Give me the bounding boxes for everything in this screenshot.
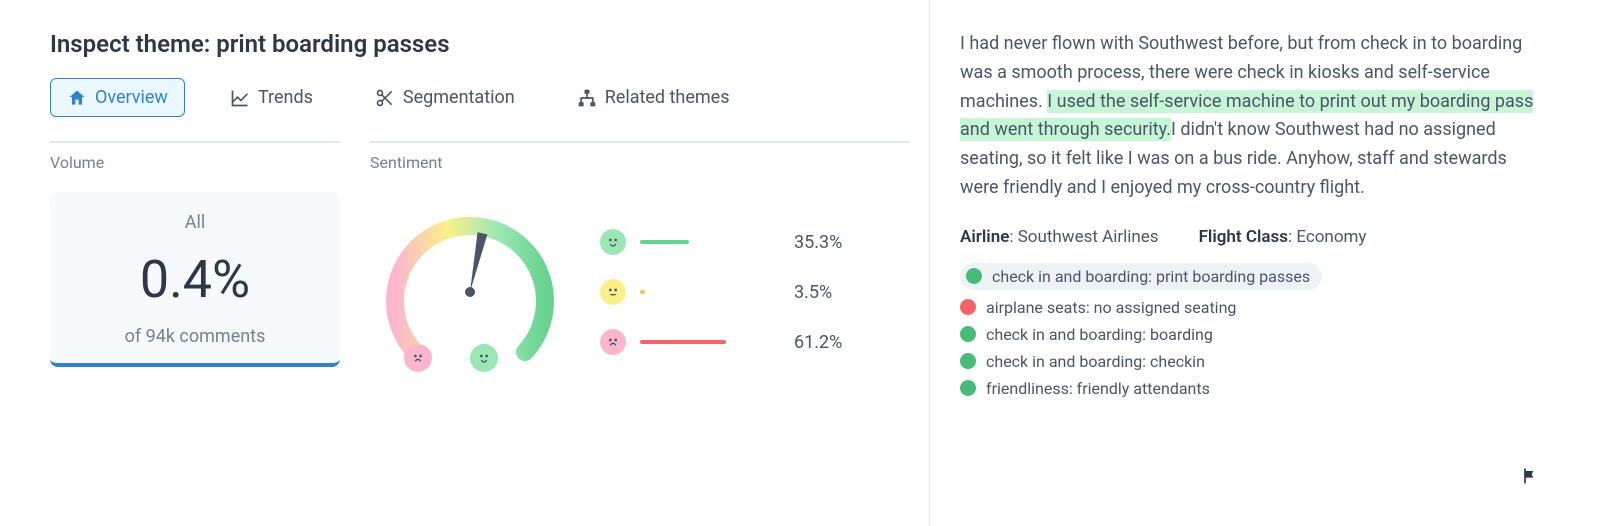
tabs: Overview Trends Segmentation Related the… bbox=[50, 78, 909, 117]
volume-section: Volume All 0.4% of 94k comments bbox=[50, 141, 340, 392]
sentiment-dot-icon bbox=[960, 380, 976, 396]
theme-tag[interactable]: check in and boarding: print boarding pa… bbox=[960, 263, 1322, 290]
tab-segmentation[interactable]: Segmentation bbox=[358, 78, 532, 117]
sentiment-gauge bbox=[370, 192, 570, 392]
legend-neutral: 3.5% bbox=[600, 279, 909, 305]
volume-value: 0.4% bbox=[60, 249, 330, 310]
tag-label: check in and boarding: print boarding pa… bbox=[992, 267, 1310, 286]
airline-label: Airline bbox=[960, 227, 1009, 247]
sad-face-icon bbox=[600, 329, 626, 355]
neutral-value: 3.5% bbox=[794, 282, 832, 303]
theme-tag[interactable]: check in and boarding: checkin bbox=[960, 352, 1540, 371]
happy-face-icon bbox=[600, 229, 626, 255]
negative-value: 61.2% bbox=[794, 332, 842, 353]
gauge-sad-icon bbox=[404, 344, 432, 372]
page-title: Inspect theme: print boarding passes bbox=[50, 30, 909, 58]
legend-negative: 61.2% bbox=[600, 329, 909, 355]
sitemap-icon bbox=[577, 88, 597, 108]
theme-tags: check in and boarding: print boarding pa… bbox=[960, 263, 1540, 398]
comment-meta: Airline: Southwest Airlines Flight Class… bbox=[960, 227, 1540, 247]
tab-label: Related themes bbox=[605, 87, 730, 108]
theme-tag[interactable]: airplane seats: no assigned seating bbox=[960, 298, 1540, 317]
chart-icon bbox=[230, 88, 250, 108]
volume-card[interactable]: All 0.4% of 94k comments bbox=[50, 192, 340, 367]
positive-value: 35.3% bbox=[794, 232, 842, 253]
tab-related-themes[interactable]: Related themes bbox=[560, 78, 747, 117]
theme-tag[interactable]: check in and boarding: boarding bbox=[960, 325, 1540, 344]
sentiment-section: Sentiment bbox=[370, 141, 909, 392]
theme-tag[interactable]: friendliness: friendly attendants bbox=[960, 379, 1540, 398]
neutral-face-icon bbox=[600, 279, 626, 305]
sentiment-dot-icon bbox=[960, 326, 976, 342]
sentiment-dot-icon bbox=[960, 299, 976, 315]
flag-icon[interactable] bbox=[1520, 466, 1540, 486]
tag-label: airplane seats: no assigned seating bbox=[986, 298, 1236, 317]
sentiment-legend: 35.3% 3.5% 61.2% bbox=[590, 229, 909, 355]
airline-value: Southwest Airlines bbox=[1018, 227, 1159, 247]
volume-header: Volume bbox=[50, 141, 340, 178]
comment-text: I had never flown with Southwest before,… bbox=[960, 30, 1540, 203]
tab-trends[interactable]: Trends bbox=[213, 78, 330, 117]
legend-positive: 35.3% bbox=[600, 229, 909, 255]
tab-overview[interactable]: Overview bbox=[50, 78, 185, 117]
home-icon bbox=[67, 88, 87, 108]
sentiment-header: Sentiment bbox=[370, 141, 909, 178]
tab-label: Trends bbox=[258, 87, 313, 108]
sentiment-dot-icon bbox=[960, 353, 976, 369]
flight-class-label: Flight Class bbox=[1199, 227, 1288, 247]
volume-label: All bbox=[60, 212, 330, 233]
tab-label: Segmentation bbox=[403, 87, 515, 108]
tag-label: check in and boarding: boarding bbox=[986, 325, 1213, 344]
gauge-happy-icon bbox=[470, 344, 498, 372]
tab-label: Overview bbox=[95, 87, 168, 108]
sentiment-dot-icon bbox=[966, 268, 982, 284]
comment-panel: I had never flown with Southwest before,… bbox=[930, 0, 1600, 526]
inspect-panel: Inspect theme: print boarding passes Ove… bbox=[0, 0, 930, 526]
tag-label: friendliness: friendly attendants bbox=[986, 379, 1210, 398]
scissors-icon bbox=[375, 88, 395, 108]
positive-bar bbox=[640, 240, 689, 244]
negative-bar bbox=[640, 340, 726, 344]
flight-class-value: Economy bbox=[1296, 227, 1366, 247]
tag-label: check in and boarding: checkin bbox=[986, 352, 1205, 371]
volume-sub: of 94k comments bbox=[60, 326, 330, 347]
neutral-bar bbox=[640, 290, 645, 294]
